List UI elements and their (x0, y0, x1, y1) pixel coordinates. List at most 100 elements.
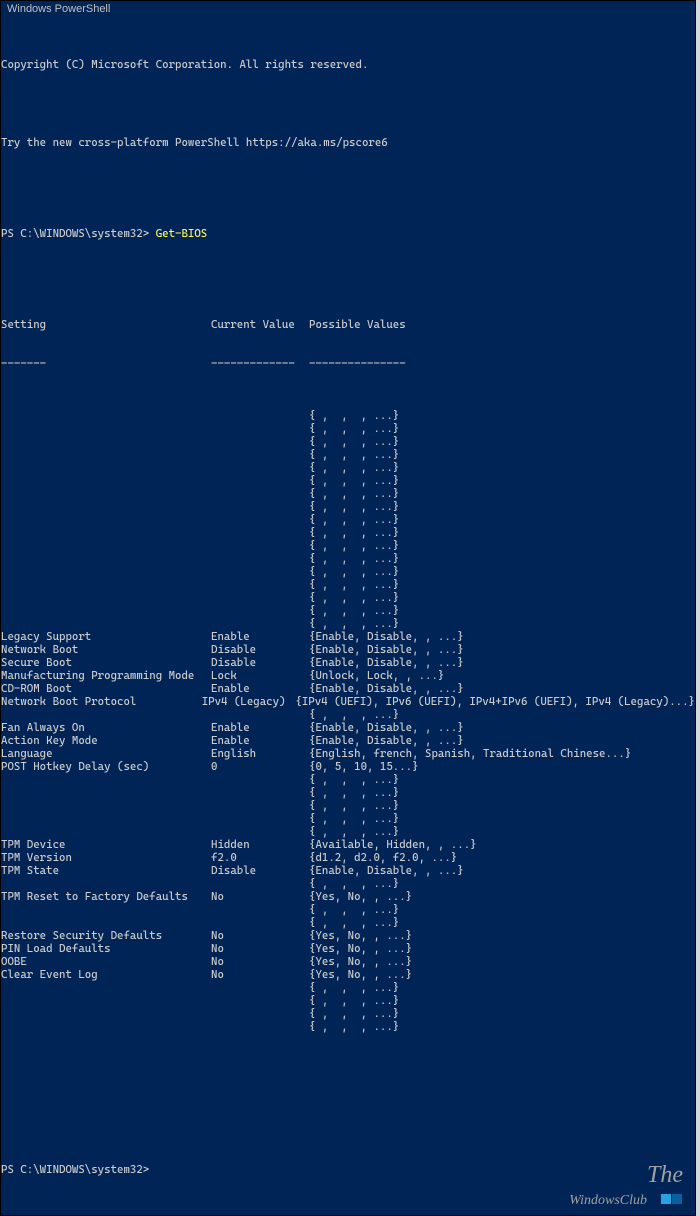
cell-possible-values: {d1.2, d2.0, f2.0, ...} (309, 851, 695, 864)
cell-setting: Legacy Support (1, 630, 211, 643)
table-row: { , , , ...} (1, 578, 695, 591)
cell-possible-values: {English, french, Spanish, Traditional C… (309, 747, 695, 760)
cell-possible-values: { , , , ...} (309, 604, 695, 617)
cell-current-value: Enable (211, 682, 309, 695)
table-row: { , , , ...} (1, 994, 695, 1007)
cell-possible-values: { , , , ...} (309, 773, 695, 786)
cell-possible-values: { , , , ...} (309, 487, 695, 500)
table-row: Clear Event LogNo{Yes, No, , ...} (1, 968, 695, 981)
table-row: { , , , ...} (1, 617, 695, 630)
cell-possible-values: {Enable, Disable, , ...} (309, 656, 695, 669)
cell-possible-values: {Yes, No, , ...} (309, 929, 695, 942)
cell-possible-values: { , , , ...} (309, 539, 695, 552)
cell-possible-values: { , , , ...} (309, 825, 695, 838)
blank-line (1, 175, 695, 188)
cell-current-value: 0 (211, 760, 309, 773)
cell-possible-values: { , , , ...} (309, 565, 695, 578)
table-row: { , , , ...} (1, 591, 695, 604)
cell-possible-values: { , , , ...} (309, 994, 695, 1007)
blank-line (1, 1072, 695, 1085)
table-row: { , , , ...} (1, 435, 695, 448)
cell-setting: Secure Boot (1, 656, 211, 669)
header-value-u: ------------- (211, 357, 309, 370)
table-row: { , , , ...} (1, 448, 695, 461)
blank-line (1, 97, 695, 110)
cell-possible-values: { , , , ...} (309, 799, 695, 812)
cell-setting: PIN Load Defaults (1, 942, 211, 955)
cell-setting: OOBE (1, 955, 211, 968)
cell-current-value: Disable (211, 643, 309, 656)
header-possible: Possible Values (309, 318, 695, 331)
cell-possible-values: {Available, Hidden, , ...} (309, 838, 695, 851)
cell-setting: TPM Version (1, 851, 211, 864)
table-row: CD-ROM BootEnable{Enable, Disable, , ...… (1, 682, 695, 695)
cell-possible-values: { , , , ...} (309, 448, 695, 461)
banner-hint: Try the new cross-platform PowerShell ht… (1, 136, 695, 149)
cell-possible-values: { , , , ...} (309, 877, 695, 890)
cell-current-value: No (211, 890, 309, 903)
table-row: { , , , ...} (1, 877, 695, 890)
header-setting: Setting (1, 318, 211, 331)
table-row: { , , , ...} (1, 604, 695, 617)
cell-possible-values: { , , , ...} (309, 617, 695, 630)
cell-setting: Action Key Mode (1, 734, 211, 747)
cell-current-value: Enable (211, 630, 309, 643)
cell-possible-values: {Enable, Disable, , ...} (309, 643, 695, 656)
cell-possible-values: {0, 5, 10, 15...} (309, 760, 695, 773)
table-row: Secure BootDisable{Enable, Disable, , ..… (1, 656, 695, 669)
table-row: { , , , ...} (1, 1020, 695, 1033)
cell-current-value: No (211, 968, 309, 981)
table-row: { , , , ...} (1, 981, 695, 994)
cell-setting: TPM Device (1, 838, 211, 851)
table-row: TPM Reset to Factory DefaultsNo{Yes, No,… (1, 890, 695, 903)
cell-possible-values: { , , , ...} (309, 1007, 695, 1020)
cell-current-value: No (211, 942, 309, 955)
table-row: { , , , ...} (1, 474, 695, 487)
cell-setting: TPM State (1, 864, 211, 877)
cell-current-value: English (211, 747, 309, 760)
table-row: POST Hotkey Delay (sec)0{0, 5, 10, 15...… (1, 760, 695, 773)
window-titlebar[interactable]: Windows PowerShell (1, 1, 695, 19)
cell-possible-values: { , , , ...} (309, 474, 695, 487)
cell-possible-values: {Enable, Disable, , ...} (309, 630, 695, 643)
table-row: { , , , ...} (1, 500, 695, 513)
table-row: PIN Load DefaultsNo{Yes, No, , ...} (1, 942, 695, 955)
cell-setting: POST Hotkey Delay (sec) (1, 760, 211, 773)
table-row: { , , , ...} (1, 487, 695, 500)
table-row: { , , , ...} (1, 903, 695, 916)
table-row: { , , , ...} (1, 812, 695, 825)
table-row: { , , , ...} (1, 513, 695, 526)
cell-possible-values: { , , , ...} (309, 591, 695, 604)
cell-current-value: f2.0 (211, 851, 309, 864)
header-possible-u: --------------- (309, 357, 695, 370)
cell-current-value: Hidden (211, 838, 309, 851)
cell-current-value: No (211, 955, 309, 968)
table-row: OOBENo{Yes, No, , ...} (1, 955, 695, 968)
table-row: Fan Always OnEnable{Enable, Disable, , .… (1, 721, 695, 734)
cell-possible-values: { , , , ...} (309, 435, 695, 448)
cell-setting: Network Boot Protocol (1, 695, 202, 708)
table-row: Manufacturing Programming ModeLock{Unloc… (1, 669, 695, 682)
table-row: TPM DeviceHidden{Available, Hidden, , ..… (1, 838, 695, 851)
table-row: Action Key ModeEnable{Enable, Disable, ,… (1, 734, 695, 747)
prompt-line[interactable]: PS C:\WINDOWS\system32> Get-BIOS (1, 227, 695, 240)
terminal-area[interactable]: Copyright (C) Microsoft Corporation. All… (1, 19, 695, 1215)
table-row: { , , , ...} (1, 708, 695, 721)
prompt-line-2[interactable]: PS C:\WINDOWS\system32> (1, 1163, 695, 1176)
cell-current-value: IPv4 (Legacy) (202, 695, 296, 708)
table-header: SettingCurrent ValuePossible Values (1, 318, 695, 331)
cell-current-value: Enable (211, 721, 309, 734)
blank-line (1, 1111, 695, 1124)
cell-current-value: No (211, 929, 309, 942)
cell-possible-values: { , , , ...} (309, 409, 695, 422)
table-row: { , , , ...} (1, 799, 695, 812)
cell-possible-values: { , , , ...} (309, 422, 695, 435)
table-body: { , , , ...}{ , , , ...}{ , , , ...}{ , … (1, 409, 695, 1033)
table-row: { , , , ...} (1, 422, 695, 435)
cell-possible-values: { , , , ...} (309, 461, 695, 474)
cell-possible-values: { , , , ...} (309, 981, 695, 994)
cell-possible-values: {Yes, No, , ...} (309, 955, 695, 968)
cell-possible-values: {IPv4 (UEFI), IPv6 (UEFI), IPv4+IPv6 (UE… (295, 695, 695, 708)
cell-possible-values: { , , , ...} (309, 500, 695, 513)
cell-setting: Manufacturing Programming Mode (1, 669, 211, 682)
